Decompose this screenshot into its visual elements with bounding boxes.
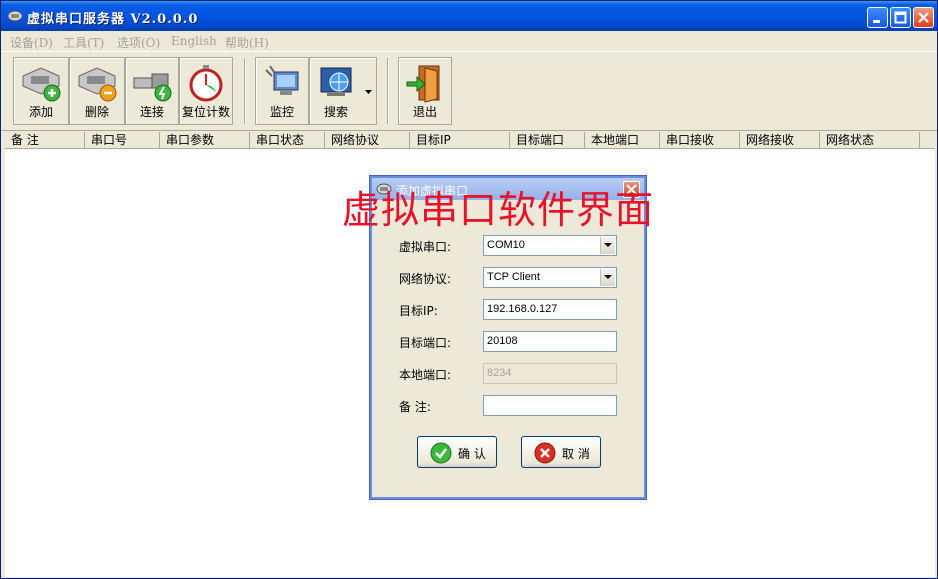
menu-tools[interactable]: 工具(T) xyxy=(63,34,104,51)
target-ip-label: 目标IP: xyxy=(399,304,438,318)
add-label: 添加 xyxy=(28,105,53,119)
add-button[interactable]: 添加 xyxy=(13,57,69,125)
virtual-port-select[interactable]: COM10 xyxy=(483,235,617,256)
title-bar[interactable]: 虚拟串口服务器 V2.0.0.0 xyxy=(1,1,937,31)
table-header: 备 注 串口号 串口参数 串口状态 网络协议 目标IP 目标端口 本地端口 串口… xyxy=(5,132,935,149)
reset-count-label: 复位计数 xyxy=(181,105,230,119)
note-label: 备 注: xyxy=(399,400,431,414)
toolbar-separator xyxy=(387,58,389,124)
connect-label: 连接 xyxy=(139,105,164,119)
close-icon xyxy=(918,12,929,23)
column-header-params[interactable]: 串口参数 xyxy=(160,132,250,149)
menu-help[interactable]: 帮助(H) xyxy=(225,34,269,51)
dropdown-button[interactable] xyxy=(600,237,615,254)
toolbar-separator xyxy=(244,58,246,124)
chevron-down-icon xyxy=(604,275,612,279)
column-header-port-rx[interactable]: 串口接收 xyxy=(660,132,740,149)
cancel-label: 取 消 xyxy=(562,447,590,461)
column-header-target-port[interactable]: 目标端口 xyxy=(510,132,585,149)
monitor-label: 监控 xyxy=(269,105,294,119)
column-header-target-ip[interactable]: 目标IP xyxy=(410,132,510,149)
search-label: 搜索 xyxy=(323,105,348,119)
virtual-port-value: COM10 xyxy=(487,239,525,251)
stopwatch-icon xyxy=(189,65,223,102)
monitor-icon xyxy=(265,65,299,95)
chevron-down-icon xyxy=(604,243,612,247)
target-port-label: 目标端口: xyxy=(399,336,452,350)
menu-bar: 设备(D) 工具(T) 选项(O) English 帮助(H) xyxy=(1,31,937,51)
exit-label: 退出 xyxy=(412,105,437,119)
menu-english[interactable]: English xyxy=(171,34,217,48)
exit-door-icon xyxy=(406,65,440,103)
check-icon xyxy=(430,442,452,464)
close-button[interactable] xyxy=(913,7,934,28)
dropdown-button[interactable] xyxy=(600,269,615,286)
cancel-icon xyxy=(534,442,556,464)
virtual-port-label: 虚拟串口: xyxy=(399,240,452,254)
search-button[interactable]: 搜索 xyxy=(309,57,377,125)
confirm-label: 确 认 xyxy=(458,447,486,461)
overlay-caption: 虚拟串口软件界面 xyxy=(342,188,655,232)
toolbar: 添加 删除 连接 复位计数 监控 搜索 退出 xyxy=(1,51,937,131)
minimize-icon xyxy=(873,20,880,23)
app-icon xyxy=(7,10,23,22)
confirm-button[interactable]: 确 认 xyxy=(417,436,497,468)
local-port-input: 8234 xyxy=(483,363,617,384)
menu-device[interactable]: 设备(D) xyxy=(10,34,53,51)
monitor-button[interactable]: 监控 xyxy=(255,57,309,125)
connect-button[interactable]: 连接 xyxy=(125,57,179,125)
column-header-net-status[interactable]: 网络状态 xyxy=(820,132,920,149)
local-port-label: 本地端口: xyxy=(399,368,452,382)
column-header-port-status[interactable]: 串口状态 xyxy=(250,132,325,149)
column-header-local-port[interactable]: 本地端口 xyxy=(585,132,660,149)
reset-count-button[interactable]: 复位计数 xyxy=(179,57,233,125)
delete-button[interactable]: 删除 xyxy=(69,57,125,125)
column-header-net-rx[interactable]: 网络接收 xyxy=(740,132,820,149)
maximize-button[interactable] xyxy=(890,7,911,28)
column-header-protocol[interactable]: 网络协议 xyxy=(325,132,410,149)
column-header-note[interactable]: 备 注 xyxy=(5,132,85,149)
menu-options[interactable]: 选项(O) xyxy=(117,34,160,51)
protocol-value: TCP Client xyxy=(487,271,540,283)
dropdown-arrow-icon[interactable] xyxy=(365,90,372,95)
column-header-port[interactable]: 串口号 xyxy=(85,132,160,149)
protocol-select[interactable]: TCP Client xyxy=(483,267,617,288)
connect-icon xyxy=(133,73,172,102)
target-port-input[interactable]: 20108 xyxy=(483,331,617,352)
note-input[interactable] xyxy=(483,395,617,416)
cancel-button[interactable]: 取 消 xyxy=(521,436,601,468)
target-ip-input[interactable]: 192.168.0.127 xyxy=(483,299,617,320)
exit-button[interactable]: 退出 xyxy=(398,57,452,125)
add-port-icon xyxy=(22,67,61,102)
minimize-button[interactable] xyxy=(867,7,888,28)
delete-port-icon xyxy=(78,67,117,102)
window-title: 虚拟串口服务器 V2.0.0.0 xyxy=(27,12,199,27)
maximize-icon xyxy=(894,11,907,24)
search-network-icon xyxy=(320,67,352,96)
delete-label: 删除 xyxy=(84,105,109,119)
protocol-label: 网络协议: xyxy=(399,272,452,286)
